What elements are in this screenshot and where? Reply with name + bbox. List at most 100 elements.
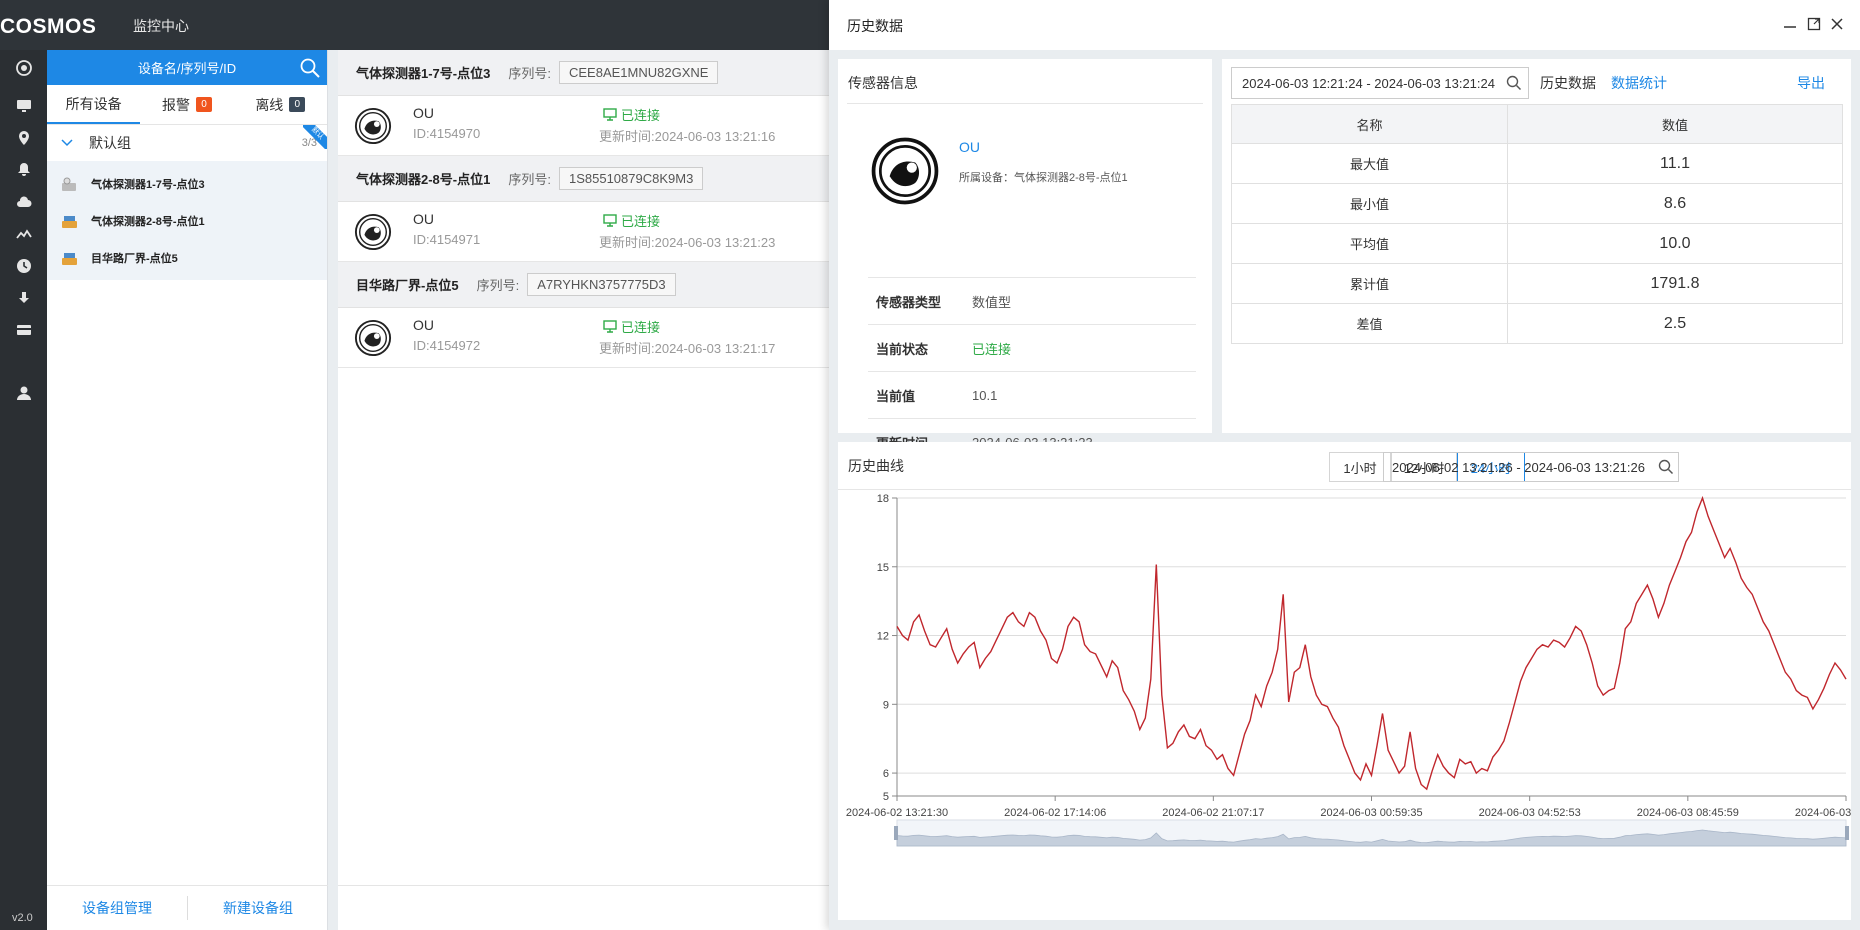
serial-label: 序列号: xyxy=(476,278,520,293)
nav-monitor[interactable] xyxy=(0,89,47,123)
table-row: 差值 2.5 xyxy=(1231,303,1843,344)
zoom-handle-right xyxy=(1845,826,1849,840)
y-tick-label: 18 xyxy=(877,493,889,505)
nav-map[interactable] xyxy=(0,121,47,155)
device-sidebar: 设备名/序列号/ID 所有设备 报警 0 离线 0 默认组 3/3 默认 气体探… xyxy=(47,50,328,930)
sensor-row[interactable]: OU ID:4154972 已连接 更新时间:2024-06-03 13:21:… xyxy=(338,308,838,368)
connection-status-label: 已连接 xyxy=(621,320,661,335)
info-row-current-value: 当前值 10.1 xyxy=(868,371,1196,418)
sensor-parent-device: 所属设备：气体探测器2-8号-点位1 xyxy=(959,172,1128,184)
x-tick-label: 2024-06-03 00:59:35 xyxy=(1320,807,1422,819)
device-section-name: 气体探测器2-8号-点位1 xyxy=(356,172,491,187)
history-line-chart[interactable]: 5 6 9 12 15 18 2024-06-02 13:21:30 2024-06-02 1… xyxy=(838,490,1851,920)
sensor-id: ID:4154971 xyxy=(413,232,481,247)
sensor-row[interactable]: OU ID:4154970 已连接 更新时间:2024-06-03 13:21:… xyxy=(338,96,838,156)
curve-date-range-input[interactable]: 2024-06-02 13:21:26 - 2024-06-03 13:21:2… xyxy=(1383,452,1679,482)
nav-history[interactable] xyxy=(0,249,47,283)
cloud-icon xyxy=(16,196,31,207)
info-key: 当前状态 xyxy=(876,341,929,357)
info-value: 10.1 xyxy=(972,387,998,403)
stat-name: 最大值 xyxy=(1231,143,1508,184)
device-group-default[interactable]: 默认组 3/3 默认 xyxy=(47,125,327,161)
nav-card[interactable] xyxy=(0,313,47,347)
device-section-name: 目华路厂界-点位5 xyxy=(356,278,459,293)
new-group-button[interactable]: 新建设备组 xyxy=(188,898,328,918)
version-label: v2.0 xyxy=(12,912,33,924)
history-curve-title: 历史曲线 xyxy=(848,458,904,474)
modal-title: 历史数据 xyxy=(847,18,903,34)
target-icon xyxy=(15,60,32,76)
app-subtitle: 监控中心 xyxy=(133,18,189,34)
stat-value: 8.6 xyxy=(1507,183,1843,224)
statistics-table: 名称 数值 最大值 11.1 最小值 8.6 平均值 10.0 累计值 1791.8 差… xyxy=(1231,104,1843,344)
alarm-count-badge: 0 xyxy=(195,97,212,112)
curve-date-range-value: 2024-06-02 13:21:26 - 2024-06-03 13:21:2… xyxy=(1392,460,1645,475)
nav-download[interactable] xyxy=(0,281,47,315)
sensor-name: OU xyxy=(413,105,434,121)
range-1h-button[interactable]: 1小时 xyxy=(1329,452,1391,482)
minimize-icon[interactable] xyxy=(1783,17,1797,31)
tab-alarm[interactable]: 报警 0 xyxy=(140,85,233,124)
x-tick-label: 2024-06-03 08:45:59 xyxy=(1637,807,1739,819)
info-value: 已连接 xyxy=(972,341,1012,357)
tab-all-devices[interactable]: 所有设备 xyxy=(47,85,141,124)
monitor-icon xyxy=(603,320,617,333)
x-tick-label: 2024-06-02 13:21:30 xyxy=(846,807,948,819)
bell-icon xyxy=(17,163,30,176)
sensor-id: ID:4154970 xyxy=(413,126,481,141)
table-row: 最小值 8.6 xyxy=(1231,183,1843,224)
sensor-info-card: 传感器信息 OU 所属设备：气体探测器2-8号-点位1 传感器类型 数值型 当前… xyxy=(838,59,1212,466)
sensor-name: OU xyxy=(413,317,434,333)
info-row-status: 当前状态 已连接 xyxy=(868,324,1196,371)
gas-mask-icon xyxy=(354,107,392,145)
nav-cloud[interactable] xyxy=(0,185,47,219)
history-curve-card: 历史曲线 1小时 12小时 24小时 2024-06-02 13:21:26 -… xyxy=(838,442,1851,920)
device-search-bar[interactable]: 设备名/序列号/ID xyxy=(47,50,327,85)
sensor-name-link[interactable]: OU xyxy=(959,139,980,155)
stat-name: 累计值 xyxy=(1231,263,1508,304)
gas-detector-icon xyxy=(62,215,77,228)
update-time: 更新时间:2024-06-03 13:21:16 xyxy=(599,129,776,144)
search-icon[interactable] xyxy=(1506,75,1522,91)
connection-status: 已连接 xyxy=(603,211,660,230)
device-section-header[interactable]: 气体探测器2-8号-点位1 序列号: 1S85510879C8K9M3 xyxy=(338,156,838,202)
tab-offline[interactable]: 离线 0 xyxy=(234,85,327,124)
connection-status: 已连接 xyxy=(603,105,660,124)
device-item[interactable]: 目华路厂界-点位5 xyxy=(47,239,327,276)
y-tick-label: 6 xyxy=(883,768,889,780)
nav-alarms[interactable] xyxy=(0,153,47,187)
serial-number: CEE8AE1MNU82GXNE xyxy=(558,61,719,84)
sensor-name: OU xyxy=(413,211,434,227)
sidebar-footer: 设备组管理 新建设备组 xyxy=(47,885,328,930)
tab-data-statistics[interactable]: 数据统计 xyxy=(1611,73,1667,93)
sensor-row[interactable]: OU ID:4154971 已连接 更新时间:2024-06-03 13:21:… xyxy=(338,202,838,262)
device-section-header[interactable]: 气体探测器1-7号-点位3 序列号: CEE8AE1MNU82GXNE xyxy=(338,50,838,96)
statistics-card: 2024-06-03 12:21:24 - 2024-06-03 13:21:2… xyxy=(1222,59,1851,433)
gas-mask-icon xyxy=(354,213,392,251)
x-tick-label: 2024-06-03 04:52:53 xyxy=(1479,807,1581,819)
serial-label: 序列号: xyxy=(508,66,551,81)
close-icon[interactable] xyxy=(1830,17,1844,31)
info-key: 当前值 xyxy=(876,388,916,404)
search-icon[interactable] xyxy=(299,57,321,79)
tab-history-data[interactable]: 历史数据 xyxy=(1540,73,1596,93)
column-header: 数值 xyxy=(1507,104,1843,144)
gas-mask-icon xyxy=(354,319,392,357)
manage-groups-button[interactable]: 设备组管理 xyxy=(47,898,187,918)
x-tick-label: 2024-06-03 12:38:56 xyxy=(1795,807,1851,819)
device-item[interactable]: 气体探测器2-8号-点位1 xyxy=(47,202,327,239)
device-detail-panel: 气体探测器1-7号-点位3 序列号: CEE8AE1MNU82GXNE OU I… xyxy=(338,50,838,930)
search-icon[interactable] xyxy=(1658,459,1674,475)
maximize-icon[interactable] xyxy=(1807,17,1821,31)
nav-trend[interactable] xyxy=(0,217,47,251)
nav-dashboard[interactable] xyxy=(0,51,47,85)
connection-status-label: 已连接 xyxy=(621,214,661,229)
device-section-header[interactable]: 目华路厂界-点位5 序列号: A7RYHKN3757775D3 xyxy=(338,262,838,308)
device-item[interactable]: 气体探测器1-7号-点位3 xyxy=(47,165,327,202)
export-button[interactable]: 导出 xyxy=(1797,73,1825,93)
tab-all-devices-label: 所有设备 xyxy=(65,95,122,112)
stats-date-range-input[interactable]: 2024-06-03 12:21:24 - 2024-06-03 13:21:2… xyxy=(1231,67,1529,99)
nav-user[interactable] xyxy=(0,376,47,410)
device-panel-footer xyxy=(338,885,838,930)
default-ribbon-label: 默认 xyxy=(303,125,327,149)
